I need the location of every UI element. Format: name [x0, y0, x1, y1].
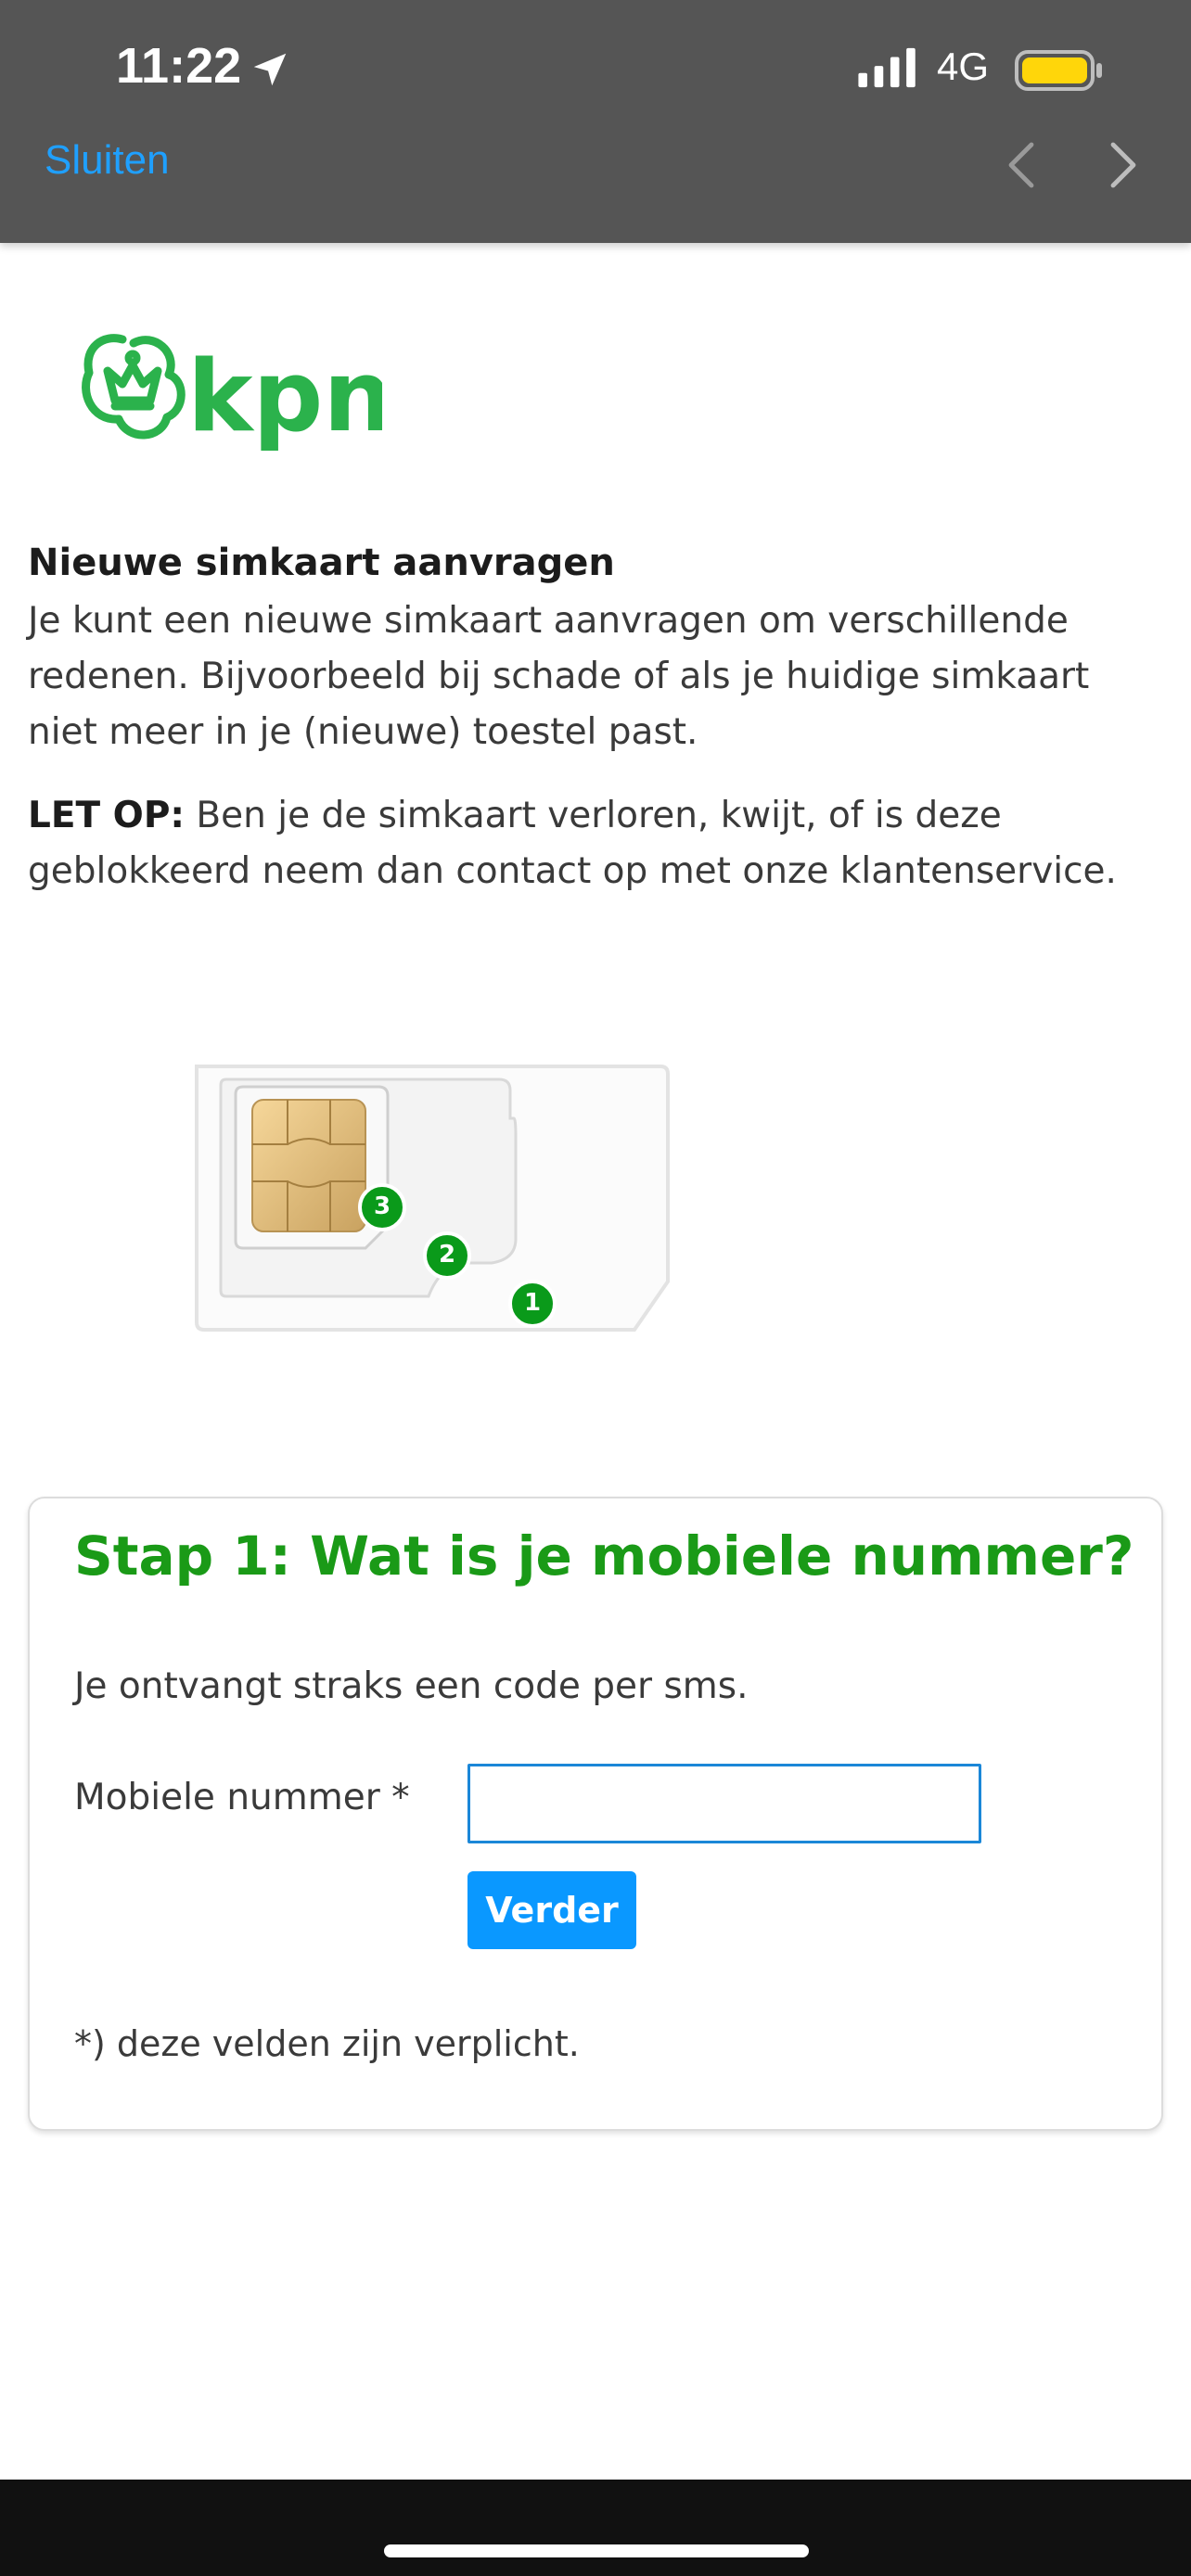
chevron-right-icon[interactable]: [1093, 137, 1148, 193]
location-arrow-icon: [253, 53, 287, 86]
sim-badge-3: 3: [373, 1192, 391, 1220]
step-title: Stap 1: Wat is je mobiele nummer?: [74, 1524, 1134, 1588]
warning-label: LET OP:: [28, 795, 186, 836]
network-type: 4G: [937, 45, 990, 88]
kpn-logo: kpn: [82, 334, 382, 453]
close-button[interactable]: Sluiten: [45, 137, 170, 184]
mobile-number-input[interactable]: [467, 1764, 981, 1843]
svg-text:kpn: kpn: [187, 339, 382, 453]
cellular-signal-icon: [858, 47, 916, 88]
chevron-left-icon[interactable]: [996, 137, 1052, 193]
required-fields-note: *) deze velden zijn verplicht.: [74, 2023, 580, 2064]
battery-icon: [1015, 50, 1102, 91]
next-button[interactable]: Verder: [467, 1871, 636, 1949]
bottom-bar: [0, 2480, 1191, 2576]
sim-badge-1: 1: [523, 1289, 542, 1317]
intro-title: Nieuwe simkaart aanvragen: [28, 542, 615, 584]
step-card: Stap 1: Wat is je mobiele nummer? Je ont…: [28, 1497, 1163, 2131]
warning-text: LET OP: Ben je de simkaart verloren, kwi…: [28, 788, 1141, 899]
status-time: 11:22: [116, 38, 242, 94]
top-bar: 11:22 4G Sluiten: [0, 0, 1191, 243]
home-indicator[interactable]: [384, 2544, 809, 2557]
sim-badge-2: 2: [438, 1241, 456, 1269]
intro-body: Je kunt een nieuwe simkaart aanvragen om…: [28, 600, 1090, 753]
step-note: Je ontvangt straks een code per sms.: [74, 1665, 749, 1707]
sim-card-image: [195, 1065, 670, 1332]
mobile-number-label: Mobiele nummer *: [74, 1777, 410, 1818]
warning-body: Ben je de simkaart verloren, kwijt, of i…: [28, 795, 1117, 892]
